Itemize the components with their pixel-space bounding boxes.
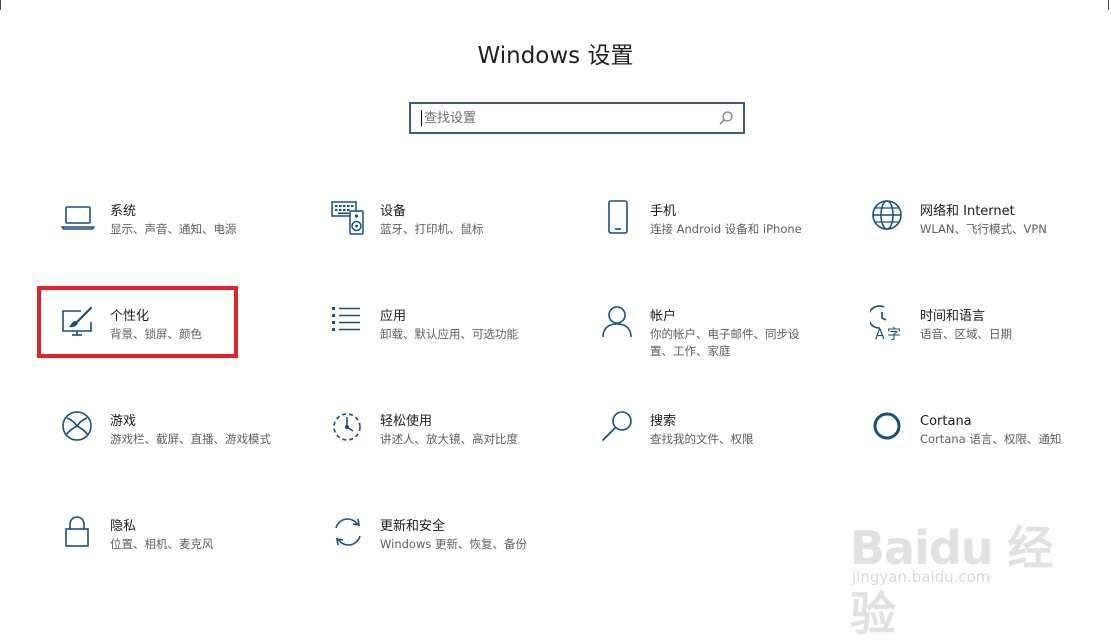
tile-accounts[interactable]: 帐户 你的帐户、电子邮件、同步设 置、工作、家庭 (600, 305, 830, 365)
highlight-annotation (37, 286, 238, 358)
tile-title: 时间和语言 (920, 309, 986, 324)
cortana-ring-icon (873, 412, 901, 440)
tile-description: 游戏栏、截屏、直播、游戏模式 (110, 432, 271, 446)
tile-description: 语音、区域、日期 (920, 327, 1012, 341)
lock-icon (65, 516, 89, 547)
tile-update-security[interactable]: 更新和安全 Windows 更新、恢复、备份 (330, 515, 560, 575)
tile-cortana[interactable]: Cortana Cortana 语言、权限、通知 (870, 410, 1100, 470)
laptop-icon (61, 206, 95, 230)
svg-text:A: A (875, 327, 885, 341)
tile-description: 你的帐户、电子邮件、同步设 置、工作、家庭 (650, 327, 800, 358)
tile-title: 网络和 Internet (920, 204, 1015, 219)
tile-description: Windows 更新、恢复、备份 (380, 537, 527, 551)
tile-system[interactable]: 系统 显示、声音、通知、电源 (60, 200, 290, 260)
tile-title: 手机 (650, 204, 677, 219)
window-edge-right (1108, 0, 1109, 10)
tile-title: 应用 (380, 309, 407, 324)
watermark: Baidu 经验 jingyan.baidu.com (850, 498, 1090, 641)
tile-title: 系统 (110, 204, 137, 219)
svg-text:字: 字 (887, 327, 901, 341)
tile-description: 蓝牙、打印机、鼠标 (380, 222, 484, 236)
tile-gaming[interactable]: 游戏 游戏栏、截屏、直播、游戏模式 (60, 410, 290, 470)
clock-language-icon: A 字 (870, 305, 901, 341)
watermark-logo: Baidu 经验 (850, 521, 1054, 641)
tile-description: 卸载、默认应用、可选功能 (380, 327, 518, 341)
tile-title: 帐户 (650, 309, 677, 324)
tile-time-language[interactable]: A 字 时间和语言 语音、区域、日期 (870, 305, 1100, 365)
tile-description: 连接 Android 设备和 iPhone (650, 222, 802, 236)
tile-ease-of-access[interactable]: 轻松使用 讲述人、放大镜、高对比度 (330, 410, 560, 470)
tile-privacy[interactable]: 隐私 位置、相机、麦克风 (60, 515, 290, 575)
tile-title: 更新和安全 (380, 519, 446, 534)
ease-of-access-icon (333, 413, 361, 441)
refresh-icon (335, 518, 361, 546)
tile-description: WLAN、飞行模式、VPN (920, 222, 1047, 236)
list-icon (332, 307, 360, 331)
tile-title: Cortana (920, 414, 972, 429)
tile-description: 显示、声音、通知、电源 (110, 222, 237, 236)
tile-description: Cortana 语言、权限、通知 (920, 432, 1062, 446)
tile-apps[interactable]: 应用 卸载、默认应用、可选功能 (330, 305, 560, 365)
search-icon[interactable] (717, 109, 735, 127)
tile-search[interactable]: 搜索 查找我的文件、权限 (600, 410, 830, 470)
tile-title: 轻松使用 (380, 414, 433, 429)
page-title: Windows 设置 (477, 43, 634, 69)
search-input[interactable] (422, 105, 717, 131)
search-box[interactable] (409, 102, 745, 134)
tile-description: 讲述人、放大镜、高对比度 (380, 432, 518, 446)
tile-devices[interactable]: 设备 蓝牙、打印机、鼠标 (330, 200, 560, 260)
window-edge-left (0, 0, 1, 10)
tile-title: 隐私 (110, 519, 137, 534)
watermark-url: jingyan.baidu.com (852, 568, 991, 586)
globe-icon (872, 200, 902, 230)
phone-icon (608, 200, 628, 234)
magnifier-icon (602, 411, 632, 441)
xbox-icon (62, 411, 92, 441)
tile-title: 搜索 (650, 414, 677, 429)
tile-title: 游戏 (110, 414, 137, 429)
person-icon (602, 306, 632, 338)
tile-network[interactable]: 网络和 Internet WLAN、飞行模式、VPN (870, 200, 1100, 260)
tile-title: 设备 (380, 204, 407, 219)
tile-description: 查找我的文件、权限 (650, 432, 754, 446)
keyboard-speaker-icon (331, 201, 364, 235)
tile-description: 位置、相机、麦克风 (110, 537, 214, 551)
tile-phone[interactable]: 手机 连接 Android 设备和 iPhone (600, 200, 830, 260)
